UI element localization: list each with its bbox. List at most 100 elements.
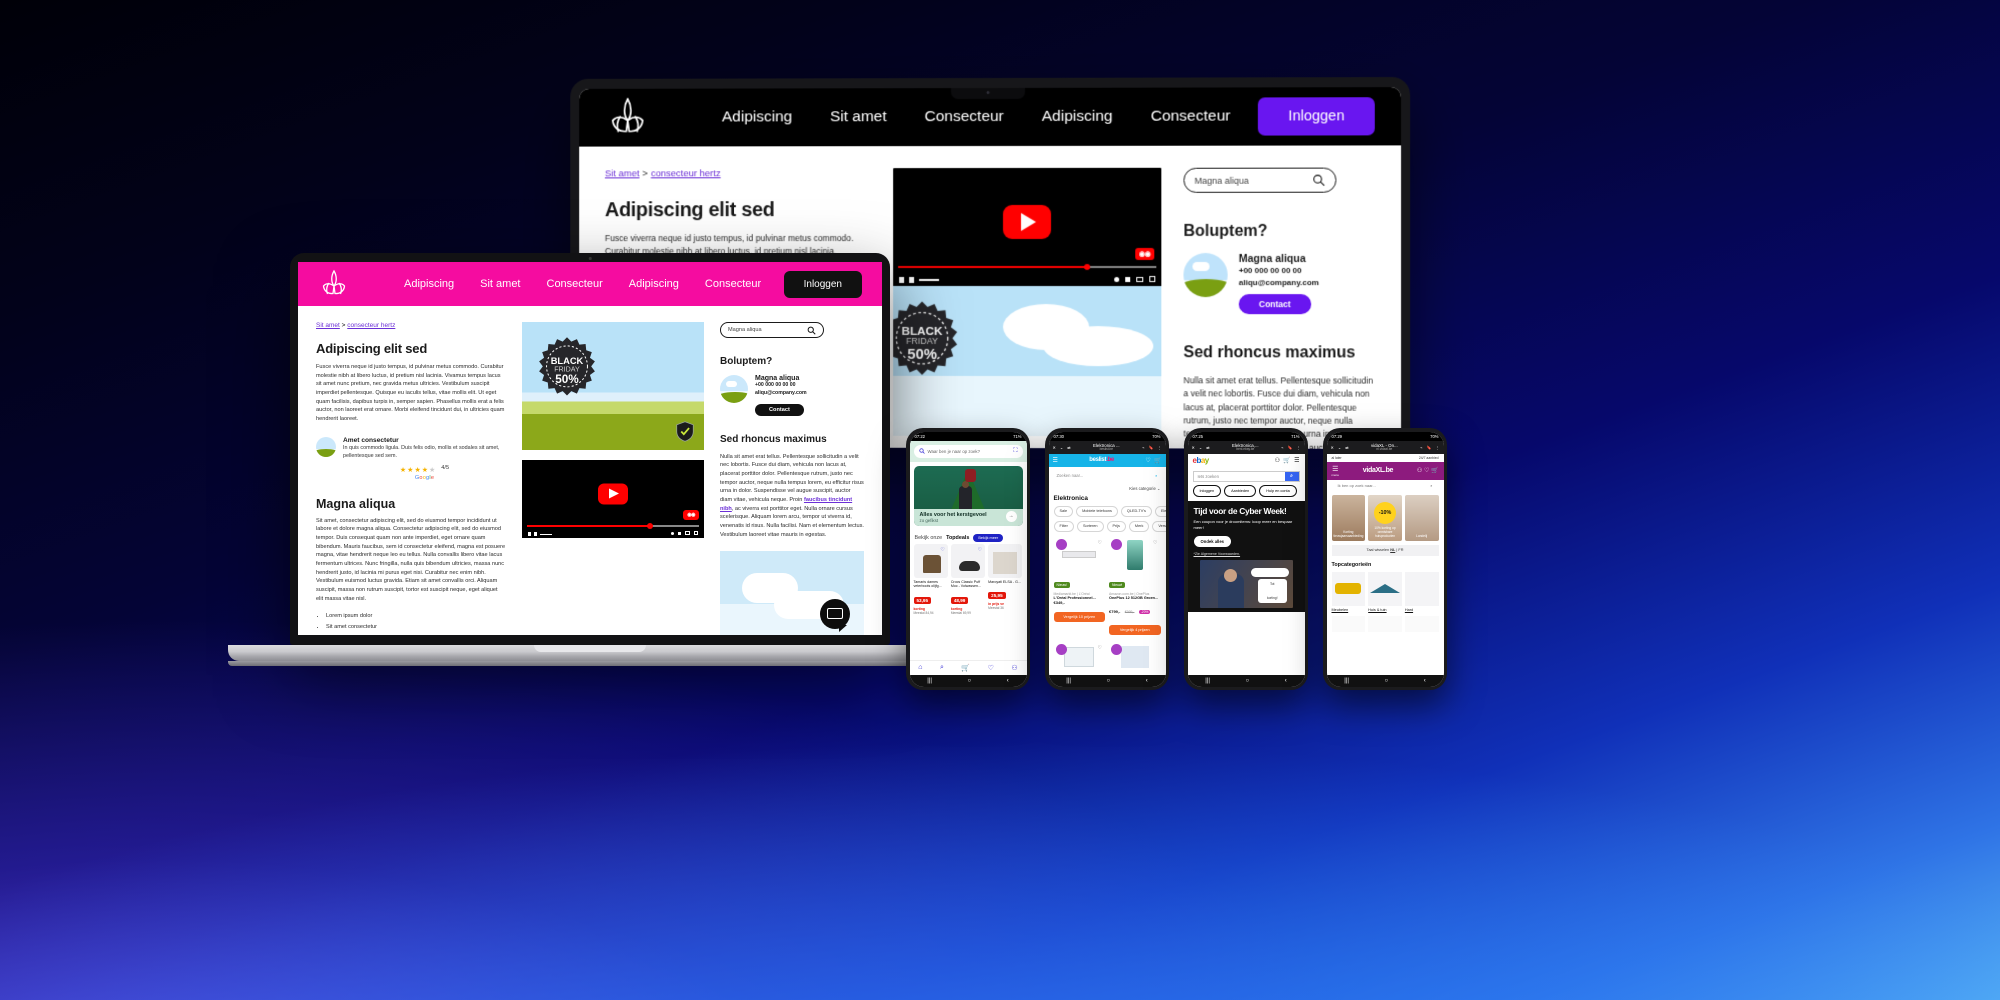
home-icon[interactable]: ⌂ xyxy=(918,664,922,671)
close-icon[interactable]: ✕ xyxy=(1192,445,1195,450)
promo-card[interactable]: Korting tieuwjaarsaanbieding xyxy=(1331,494,1366,541)
recents-icon[interactable]: ||| xyxy=(1066,678,1071,684)
overflow-menu-icon[interactable]: ⋮ xyxy=(1158,445,1162,450)
hamburger-icon[interactable]: ☰ xyxy=(1332,465,1340,473)
filter-chip[interactable]: Filter xyxy=(1053,520,1074,532)
phone1-hero-banner[interactable]: Alles voor het kerstgevoel zo gefikst → xyxy=(913,465,1023,526)
category-link[interactable]: Huis & tuin xyxy=(1368,608,1402,612)
account-icon[interactable]: ⚇ ♡ 🛒 xyxy=(1417,467,1439,474)
chip[interactable]: Aanbieden xyxy=(1224,484,1257,497)
heart-icon[interactable]: ♡ xyxy=(1098,645,1102,651)
video-progress-bar[interactable] xyxy=(527,523,699,529)
bookmark-icon[interactable]: 🔖 xyxy=(1288,445,1293,450)
close-icon[interactable]: ✕ xyxy=(1331,445,1334,450)
promo-card[interactable]: Landelij xyxy=(1404,494,1439,541)
list-item[interactable]: ♡ Crocs Classic Puff Moc - Volwassen... … xyxy=(950,543,986,615)
share-icon[interactable]: ⌁ xyxy=(1281,445,1283,450)
breadcrumb-current[interactable]: consecteur hertz xyxy=(651,168,721,179)
back-icon[interactable]: ‹ xyxy=(1285,678,1287,684)
search-input[interactable]: Iets zoeken ⌕ xyxy=(1192,470,1300,482)
language-switcher[interactable]: Taal wisselen NL | FR xyxy=(1331,544,1439,556)
tabs-icon[interactable]: ⇄ xyxy=(1067,445,1070,450)
account-icon[interactable]: ⚇ xyxy=(1011,664,1017,672)
close-icon[interactable]: ✕ xyxy=(1053,445,1056,450)
deals-more-button[interactable]: Bekijk meer xyxy=(973,533,1004,542)
search-icon[interactable]: ⌕ xyxy=(1155,473,1157,478)
list-item[interactable]: Hard xyxy=(1404,571,1439,612)
laptop-nav-link-4[interactable]: Adipiscing xyxy=(629,278,679,290)
back-icon[interactable]: ‹ xyxy=(1146,678,1148,684)
promo-cta-button[interactable]: Ondek alles xyxy=(1193,536,1232,548)
laptop-nav-link-3[interactable]: Consecteur xyxy=(547,278,603,290)
video-player[interactable]: ◉◉ xyxy=(522,460,704,538)
video-player[interactable]: ◉◉ xyxy=(893,167,1162,287)
list-item[interactable]: Meubelen xyxy=(1331,571,1366,612)
filter-chip[interactable]: Vers xyxy=(1152,520,1166,532)
bookmark-icon[interactable]: 🔖 xyxy=(1149,445,1154,450)
search-icon[interactable]: ⌕ xyxy=(940,664,944,672)
list-item[interactable]: Huis & tuin xyxy=(1368,571,1402,612)
chip[interactable]: QLED-TV's xyxy=(1120,505,1152,517)
video-progress-bar[interactable] xyxy=(898,264,1157,271)
list-item[interactable]: Maroyati ELSA - G... 25,95 in prijs ve M… xyxy=(988,543,1023,615)
heart-icon[interactable]: ♡ xyxy=(940,547,944,553)
chat-bubble-icon[interactable] xyxy=(820,599,850,633)
search-input[interactable]: Magna aliqua xyxy=(1183,167,1337,193)
back-icon[interactable]: ‹ xyxy=(1424,678,1426,684)
search-icon[interactable]: ⌕ xyxy=(1284,471,1299,481)
laptop-nav-link-1[interactable]: Adipiscing xyxy=(404,278,454,290)
cart-icon[interactable]: 🛒 xyxy=(961,664,970,672)
chip[interactable]: Hulp en conta xyxy=(1259,484,1297,497)
tablet-login-button[interactable]: Inloggen xyxy=(1258,97,1375,136)
chip[interactable]: Mobiele telefoons xyxy=(1076,505,1118,517)
category-select[interactable]: Kies categorie ⌄ xyxy=(1049,484,1166,493)
filter-chip[interactable]: Prijs xyxy=(1106,520,1126,532)
recents-icon[interactable]: ||| xyxy=(927,678,932,684)
filter-chip[interactable]: Sorteren xyxy=(1076,520,1104,532)
video-controls[interactable] xyxy=(893,263,1162,287)
laptop-login-button[interactable]: Inloggen xyxy=(783,270,862,298)
hamburger-icon[interactable]: ☰ xyxy=(1053,457,1058,464)
search-input[interactable]: Ik ben op zoek naar... ⌕ xyxy=(1331,479,1439,491)
chevron-down-icon[interactable]: ⌄ xyxy=(1060,445,1063,450)
contact-button[interactable]: Contact xyxy=(755,403,804,416)
overflow-menu-icon[interactable]: ⋮ xyxy=(1436,445,1440,450)
tabs-icon[interactable]: ⇄ xyxy=(1345,445,1348,450)
home-button-icon[interactable]: ○ xyxy=(1246,678,1250,684)
tablet-nav-link-1[interactable]: Adipiscing xyxy=(722,108,792,126)
breadcrumb-root[interactable]: Sit amet xyxy=(316,322,340,329)
search-icon[interactable] xyxy=(918,448,925,454)
heart-icon[interactable]: ♡ 🛒 xyxy=(1145,457,1161,464)
compare-button[interactable]: Vergelijk 4 prijzen xyxy=(1109,624,1161,635)
promo-terms-link[interactable]: *Zie Algemene Voorwaarden. xyxy=(1194,552,1299,556)
search-icon[interactable] xyxy=(807,326,816,335)
back-icon[interactable]: ‹ xyxy=(1007,678,1009,684)
home-button-icon[interactable]: ○ xyxy=(968,678,972,684)
chevron-down-icon[interactable]: ⌄ xyxy=(1157,486,1161,491)
list-item[interactable]: ♡ Tamaris dames veterboots olijfg... 53,… xyxy=(913,543,948,615)
list-item[interactable] xyxy=(1404,615,1439,632)
list-item[interactable]: ♡ xyxy=(1053,641,1105,672)
search-icon[interactable] xyxy=(1312,174,1325,187)
closed-captions-icon[interactable]: ◉◉ xyxy=(683,510,699,520)
chip[interactable]: Inloggen xyxy=(1192,484,1222,497)
play-icon[interactable] xyxy=(1003,205,1052,240)
filter-chip[interactable]: Merk xyxy=(1128,520,1150,532)
overflow-menu-icon[interactable]: ⋮ xyxy=(1297,445,1301,450)
share-icon[interactable]: ⌁ xyxy=(1142,445,1144,450)
hero-arrow-icon[interactable]: → xyxy=(1005,510,1017,522)
recents-icon[interactable]: ||| xyxy=(1205,678,1210,684)
chip[interactable]: Elek xyxy=(1154,505,1166,517)
list-item[interactable] xyxy=(1368,615,1402,632)
compare-button[interactable]: Vergelijk 10 prijzen xyxy=(1053,611,1105,622)
laptop-nav-link-5[interactable]: Consecteur xyxy=(705,278,761,290)
tabs-icon[interactable]: ⇄ xyxy=(1206,445,1209,450)
category-link[interactable]: Hard xyxy=(1405,608,1439,612)
contact-button[interactable]: Contact xyxy=(1238,294,1311,315)
search-input[interactable]: Waar ben je naar op zoek? ⛶ xyxy=(913,444,1023,458)
chevron-down-icon[interactable]: ⌄ xyxy=(1199,445,1202,450)
search-icon[interactable]: ⌕ xyxy=(1430,483,1432,488)
breadcrumb-root[interactable]: Sit amet xyxy=(605,168,640,179)
list-item[interactable] xyxy=(1109,641,1161,672)
heart-icon[interactable]: ♡ xyxy=(978,547,982,553)
